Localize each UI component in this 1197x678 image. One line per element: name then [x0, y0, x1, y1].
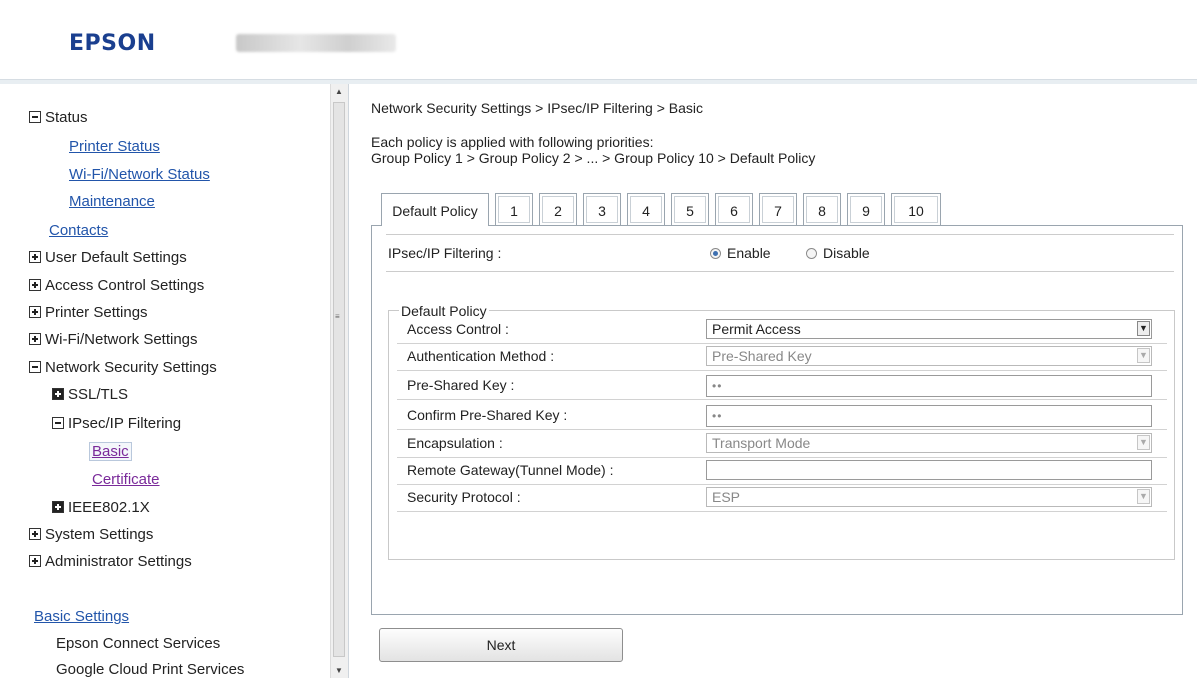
radio-selected-icon[interactable]	[710, 247, 721, 259]
main-content: Network Security Settings > IPsec/IP Fil…	[348, 84, 1197, 678]
sidebar-item-user-default-settings[interactable]: User Default Settings	[29, 247, 187, 269]
sidebar-item-maintenance[interactable]: Maintenance	[69, 191, 155, 213]
tab-9[interactable]: 9	[847, 193, 885, 225]
scroll-grip-icon: ≡	[335, 312, 340, 321]
remote-gateway-row: Remote Gateway(Tunnel Mode) :	[397, 458, 1167, 485]
disable-radio[interactable]: Disable	[806, 245, 870, 261]
remote-gateway-input[interactable]	[706, 460, 1152, 480]
scroll-down-icon[interactable]: ▼	[335, 666, 343, 675]
sidebar-scrollbar[interactable]: ▲ ≡ ▼	[330, 84, 348, 678]
tab-2[interactable]: 2	[539, 193, 577, 225]
collapse-icon[interactable]	[29, 111, 41, 124]
ipsec-filtering-row: IPsec/IP Filtering : Enable Disable	[386, 234, 1174, 272]
pre-shared-key-input[interactable]: ••	[706, 375, 1152, 397]
sidebar-item-access-control-settings[interactable]: Access Control Settings	[29, 275, 204, 297]
confirm-pre-shared-key-row: Confirm Pre-Shared Key : ••	[397, 401, 1167, 430]
tab-8[interactable]: 8	[803, 193, 841, 225]
sidebar-nav: Status Printer Status Wi-Fi/Network Stat…	[0, 84, 330, 678]
sidebar-item-printer-status[interactable]: Printer Status	[69, 136, 160, 158]
tab-7[interactable]: 7	[759, 193, 797, 225]
sidebar-item-basic-settings[interactable]: Basic Settings	[34, 606, 129, 628]
tab-3[interactable]: 3	[583, 193, 621, 225]
expand-icon[interactable]	[29, 555, 41, 568]
expand-icon[interactable]	[52, 501, 64, 514]
collapse-icon[interactable]	[29, 361, 41, 374]
default-policy-fieldset: Default Policy Access Control : Permit A…	[388, 303, 1175, 560]
tab-10[interactable]: 10	[891, 193, 941, 225]
sidebar-item-epson-connect-services[interactable]: Epson Connect Services	[56, 633, 220, 655]
confirm-pre-shared-key-input[interactable]: ••	[706, 405, 1152, 427]
expand-icon[interactable]	[29, 306, 41, 319]
collapse-icon[interactable]	[52, 417, 64, 430]
tab-6[interactable]: 6	[715, 193, 753, 225]
sidebar-item-wifi-network-settings[interactable]: Wi-Fi/Network Settings	[29, 329, 198, 351]
encapsulation-select[interactable]: Transport Mode ▼	[706, 433, 1152, 453]
expand-icon[interactable]	[29, 251, 41, 264]
chevron-down-icon[interactable]: ▼	[1137, 435, 1150, 450]
sidebar-item-google-cloud-print-services[interactable]: Google Cloud Print Services	[56, 659, 244, 678]
epson-logo: EPSON	[69, 31, 156, 56]
expand-icon[interactable]	[52, 388, 64, 401]
expand-icon[interactable]	[29, 333, 41, 346]
encapsulation-row: Encapsulation : Transport Mode ▼	[397, 431, 1167, 458]
security-protocol-row: Security Protocol : ESP ▼	[397, 485, 1167, 512]
model-name-blurred	[236, 34, 396, 52]
sidebar-item-certificate[interactable]: Certificate	[92, 469, 160, 491]
sidebar-item-network-security-settings[interactable]: Network Security Settings	[29, 357, 217, 379]
sidebar-item-ieee8021x[interactable]: IEEE802.1X	[52, 497, 150, 519]
tab-4[interactable]: 4	[627, 193, 665, 225]
tab-5[interactable]: 5	[671, 193, 709, 225]
expand-icon[interactable]	[29, 528, 41, 541]
header: EPSON	[0, 0, 1197, 80]
sidebar-item-printer-settings[interactable]: Printer Settings	[29, 302, 148, 324]
scroll-up-icon[interactable]: ▲	[335, 87, 343, 96]
access-control-row: Access Control : Permit Access ▼	[397, 317, 1167, 344]
chevron-down-icon[interactable]: ▼	[1137, 348, 1150, 363]
sidebar-item-basic[interactable]: Basic	[89, 441, 132, 463]
sidebar-item-ssl-tls[interactable]: SSL/TLS	[52, 384, 128, 406]
breadcrumb: Network Security Settings > IPsec/IP Fil…	[371, 100, 703, 116]
sidebar-item-administrator-settings[interactable]: Administrator Settings	[29, 551, 192, 573]
policy-panel: IPsec/IP Filtering : Enable Disable Defa…	[371, 225, 1183, 615]
chevron-down-icon[interactable]: ▼	[1137, 489, 1150, 504]
sidebar-item-contacts[interactable]: Contacts	[49, 220, 108, 242]
next-button[interactable]: Next	[379, 628, 623, 662]
expand-icon[interactable]	[29, 279, 41, 292]
scrollbar-thumb[interactable]	[333, 102, 345, 657]
priority-order: Group Policy 1 > Group Policy 2 > ... > …	[371, 150, 816, 166]
sidebar-item-wifi-network-status[interactable]: Wi-Fi/Network Status	[69, 164, 210, 186]
priority-intro: Each policy is applied with following pr…	[371, 134, 654, 150]
authentication-method-select[interactable]: Pre-Shared Key ▼	[706, 346, 1152, 366]
pre-shared-key-row: Pre-Shared Key : ••	[397, 371, 1167, 400]
chevron-down-icon[interactable]: ▼	[1137, 321, 1150, 336]
radio-unselected-icon[interactable]	[806, 247, 817, 259]
sidebar-item-ipsec-ip-filtering[interactable]: IPsec/IP Filtering	[52, 413, 181, 435]
security-protocol-select[interactable]: ESP ▼	[706, 487, 1152, 507]
authentication-method-row: Authentication Method : Pre-Shared Key ▼	[397, 344, 1167, 371]
tab-1[interactable]: 1	[495, 193, 533, 225]
enable-radio[interactable]: Enable	[710, 245, 771, 261]
sidebar-item-status[interactable]: Status	[29, 107, 88, 129]
ipsec-filtering-label: IPsec/IP Filtering :	[388, 245, 502, 261]
tab-default-policy[interactable]: Default Policy	[381, 193, 489, 226]
access-control-select[interactable]: Permit Access ▼	[706, 319, 1152, 339]
sidebar-item-system-settings[interactable]: System Settings	[29, 524, 153, 546]
